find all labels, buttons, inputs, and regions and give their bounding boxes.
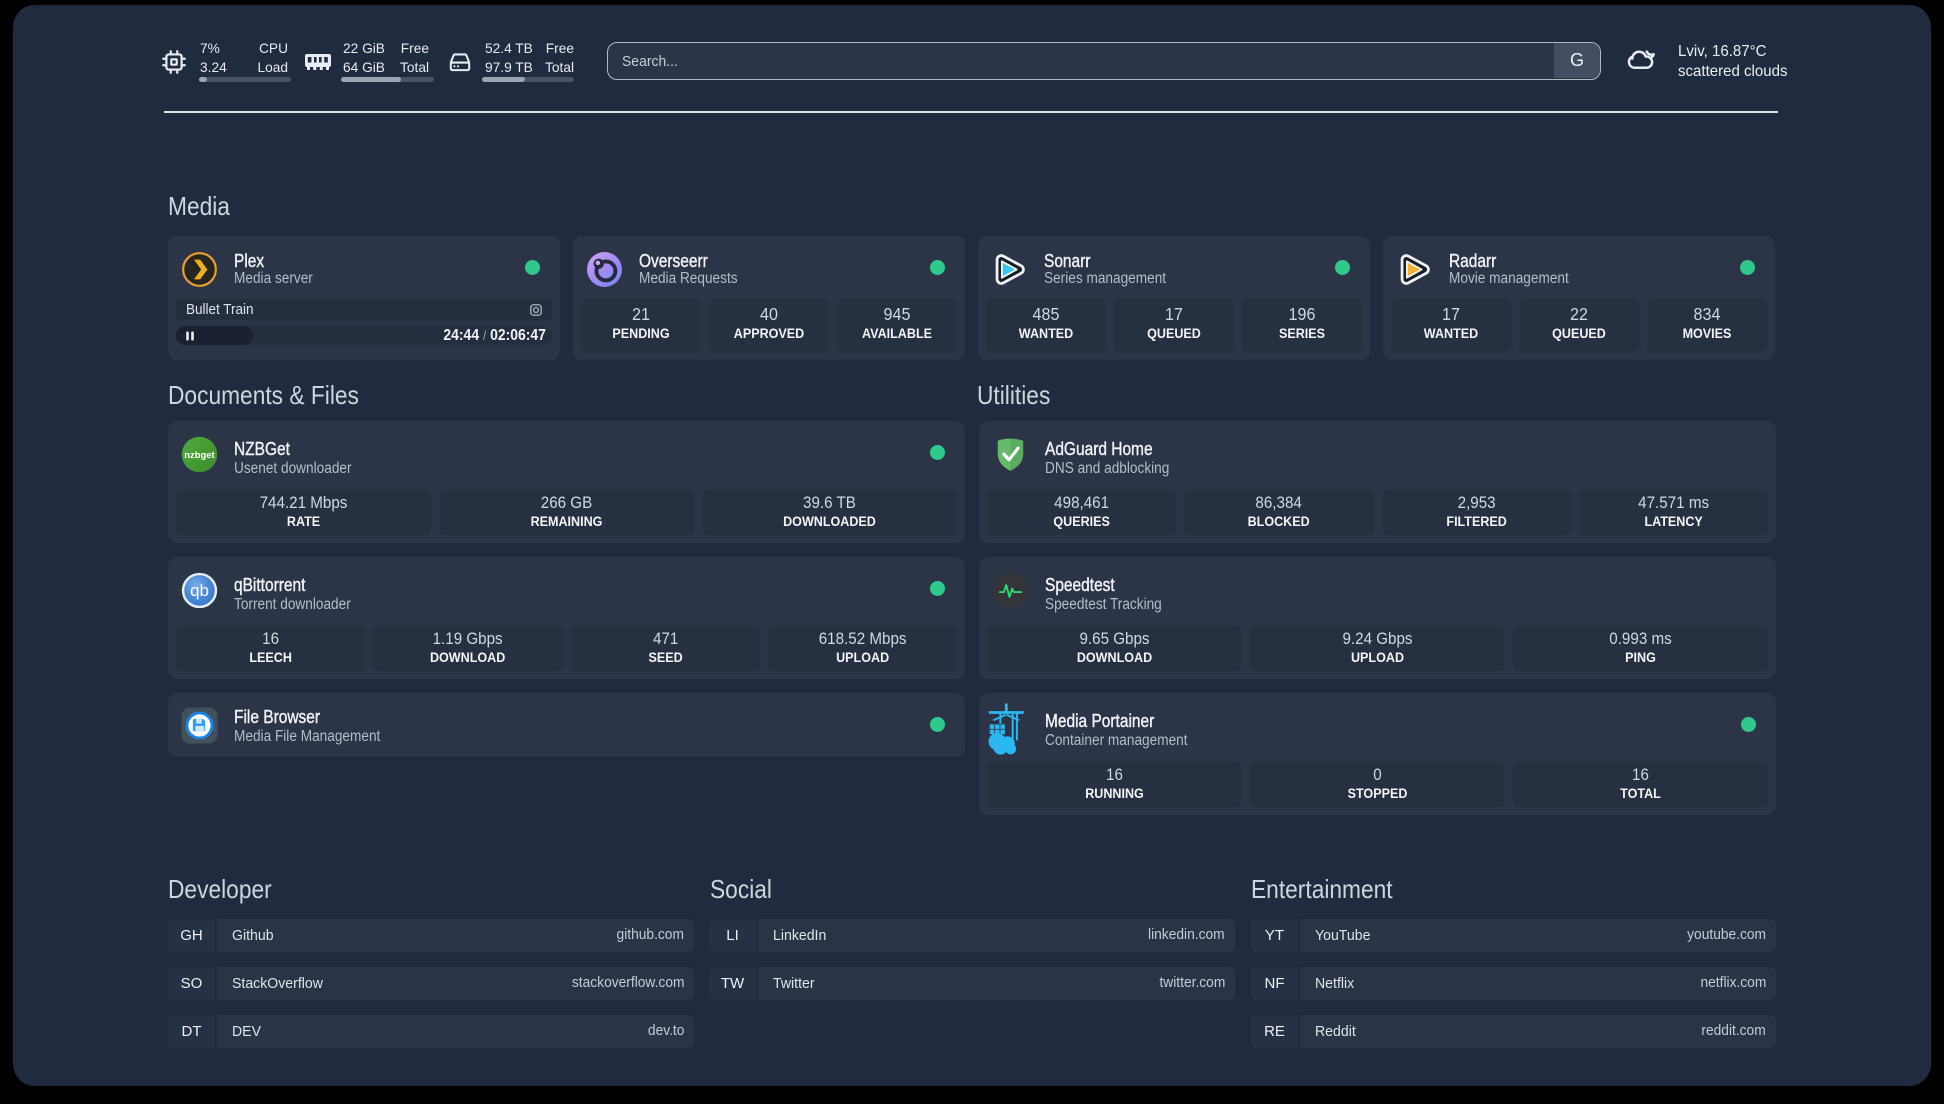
svg-text:qb: qb bbox=[190, 581, 209, 600]
svg-text:nzbget: nzbget bbox=[184, 450, 215, 461]
